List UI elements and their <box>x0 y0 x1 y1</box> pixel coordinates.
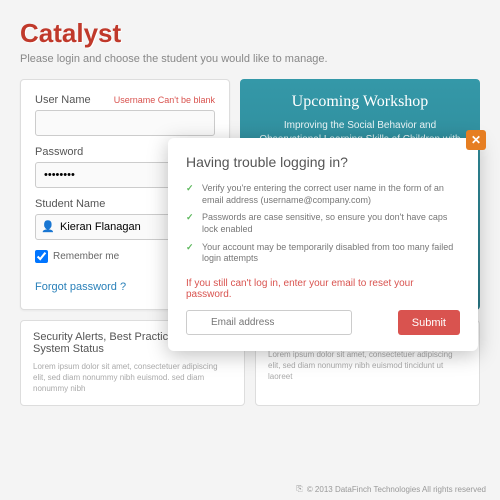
footer-icon: ⎘ <box>296 484 302 494</box>
submit-button[interactable]: Submit <box>398 310 460 335</box>
modal-message: If you still can't log in, enter your em… <box>186 278 460 300</box>
email-input[interactable] <box>186 310 352 335</box>
brand-logo: Catalyst <box>20 18 480 49</box>
security-text: Lorem ipsum dolor sit amet, consectetuer… <box>33 361 232 395</box>
password-label: Password <box>35 146 83 158</box>
username-error: Username Can't be blank <box>114 95 215 105</box>
login-help-modal: ✕ Having trouble logging in? Verify you'… <box>168 138 478 351</box>
remember-input[interactable] <box>35 250 48 263</box>
tip-item: Your account may be temporarily disabled… <box>186 239 460 268</box>
username-label: User Name <box>35 94 91 106</box>
footer: ⎘ © 2013 DataFinch Technologies All righ… <box>296 484 486 494</box>
close-button[interactable]: ✕ <box>466 130 486 150</box>
username-input[interactable] <box>35 110 215 136</box>
tagline: Please login and choose the student you … <box>20 53 480 65</box>
tip-item: Passwords are case sensitive, so ensure … <box>186 209 460 238</box>
tip-item: Verify you're entering the correct user … <box>186 180 460 209</box>
person-icon: 👤 <box>41 220 55 233</box>
newusers-text: Lorem ipsum dolor sit amet, consectetuer… <box>268 349 467 383</box>
forgot-password-link[interactable]: Forgot password ? <box>35 281 126 293</box>
student-label: Student Name <box>35 198 105 210</box>
close-icon: ✕ <box>471 133 481 147</box>
workshop-title: Upcoming Workshop <box>252 93 468 111</box>
remember-label: Remember me <box>53 251 119 262</box>
footer-text: © 2013 DataFinch Technologies All rights… <box>307 485 486 494</box>
modal-title: Having trouble logging in? <box>186 154 460 170</box>
